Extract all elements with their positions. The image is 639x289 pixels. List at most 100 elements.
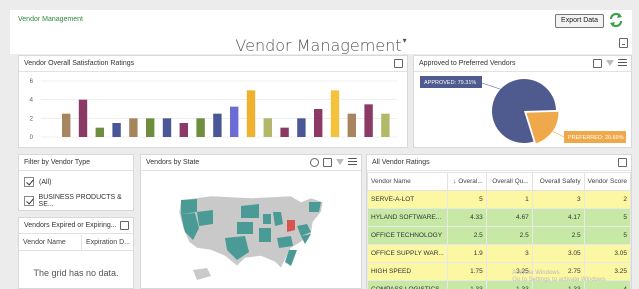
cell-score[interactable]: 2	[583, 190, 632, 209]
column-divider	[81, 235, 82, 251]
approved-panel-header: Approved to Preferred Vendors	[414, 56, 631, 72]
app-title[interactable]: Vendor Management	[18, 16, 83, 23]
bar[interactable]	[347, 113, 356, 137]
title-filter-icon[interactable]: ▾	[403, 36, 407, 45]
menu-icon[interactable]	[348, 158, 357, 167]
pie-label: APPROVED: 79.31%	[424, 80, 476, 86]
vendors-by-state-panel: Vendors by State	[140, 154, 362, 289]
export-icon[interactable]	[618, 158, 627, 167]
cell-safety[interactable]: 3.05	[531, 244, 585, 263]
cell-safety[interactable]: 2.5	[531, 226, 585, 245]
column-header-vendor-name[interactable]: Vendor Name	[23, 239, 66, 246]
zoom-icon[interactable]	[310, 158, 319, 167]
bar[interactable]	[78, 99, 88, 137]
cell-safety[interactable]: 3	[531, 190, 585, 209]
bar[interactable]	[62, 113, 71, 137]
bar[interactable]	[280, 127, 289, 137]
export-icon[interactable]	[394, 59, 403, 68]
export-icon[interactable]	[593, 59, 602, 68]
cell-name[interactable]: COMPASS LOGISTICS	[367, 280, 448, 289]
y-tick-label: 6	[30, 79, 34, 85]
column-header-vendor-name[interactable]: Vendor Name	[367, 172, 448, 191]
dashboard-export-icon[interactable]	[619, 38, 628, 48]
export-icon[interactable]	[120, 221, 129, 230]
filter-option-business-products[interactable]: BUSINESS PRODUCTS & SE...	[24, 194, 133, 208]
us-state-map[interactable]	[141, 172, 361, 288]
bar[interactable]	[263, 118, 272, 137]
cell-name[interactable]: OFFICE TECHNOLOGY	[367, 226, 448, 245]
cell-overall[interactable]: 2.5	[446, 226, 487, 245]
bar[interactable]	[246, 90, 256, 137]
bar[interactable]	[179, 123, 188, 137]
checkbox-checked-icon[interactable]	[24, 177, 34, 187]
empty-grid-message: The grid has no data.	[33, 268, 119, 278]
bar[interactable]	[314, 109, 323, 137]
cell-name[interactable]: HIGH SPEED	[367, 262, 448, 281]
cell-name[interactable]: OFFICE SUPPLY WAR...	[367, 244, 448, 263]
cell-quality[interactable]: 1	[485, 190, 533, 209]
states-panel-header: Vendors by State	[141, 155, 361, 171]
ratings-panel-title: All Vendor Ratings	[372, 159, 430, 166]
bar[interactable]	[146, 118, 155, 137]
cell-name[interactable]: HYLAND SOFTWARE...	[367, 208, 448, 227]
filter-icon[interactable]	[336, 159, 344, 165]
bar[interactable]	[129, 118, 138, 137]
cell-quality[interactable]: 2.5	[485, 226, 533, 245]
bar[interactable]	[330, 90, 340, 137]
column-header-vendor-score[interactable]: Vendor Score	[583, 172, 632, 191]
bar[interactable]	[230, 106, 239, 137]
cell-overall[interactable]: 1.9	[446, 244, 487, 263]
approved-pie-chart[interactable]: APPROVED: 79.31% PREFERRED: 20.69%	[414, 73, 631, 147]
column-header-overall-quality[interactable]: Overall Qu...	[485, 172, 533, 191]
filter-icon[interactable]	[606, 60, 614, 66]
column-header-expiration[interactable]: Expiration D...	[86, 239, 130, 246]
menu-icon[interactable]	[618, 59, 627, 68]
dashboard-title: Vendor Management	[235, 36, 402, 55]
export-data-button[interactable]: Export Data	[555, 14, 604, 28]
top-bar: Vendor Management Export Data	[10, 10, 632, 36]
approved-panel-title: Approved to Preferred Vendors	[419, 60, 516, 67]
bar[interactable]	[213, 113, 222, 137]
cell-quality[interactable]: 3	[485, 244, 533, 263]
bar[interactable]	[297, 118, 306, 137]
cell-score[interactable]: 5	[583, 226, 632, 245]
satisfaction-bar-chart[interactable]: 6 4 2 0	[19, 73, 407, 147]
cell-overall[interactable]: 1.75	[446, 262, 487, 281]
bar[interactable]	[196, 118, 205, 137]
satisfaction-panel: Vendor Overall Satisfaction Ratings 6 4 2 0	[18, 55, 408, 148]
watermark-line: Activate Windows	[512, 270, 560, 276]
expired-vendors-panel: Vendors Expired or Expiring... Vendor Na…	[18, 217, 134, 289]
cell-score[interactable]: 3.05	[583, 244, 632, 263]
table-row[interactable]: OFFICE SUPPLY WAR... 1.9 3 3.05 3.05	[367, 244, 632, 263]
all-vendor-ratings-panel: All Vendor Ratings Vendor Name ↓ Overal.…	[366, 154, 632, 289]
export-icon[interactable]	[323, 158, 332, 167]
bar[interactable]	[162, 118, 172, 137]
cell-overall[interactable]: 1.33	[446, 280, 487, 289]
cell-safety[interactable]: 4.17	[531, 208, 585, 227]
column-header-overall-safety[interactable]: Overall Safety	[531, 172, 585, 191]
column-header-overall[interactable]: ↓ Overal...	[446, 172, 487, 191]
y-tick-label: 4	[30, 98, 34, 104]
table-row[interactable]: OFFICE TECHNOLOGY 2.5 2.5 2.5 5	[367, 226, 632, 245]
cell-quality[interactable]: 4.67	[485, 208, 533, 227]
checkbox-checked-icon[interactable]	[24, 196, 34, 206]
refresh-icon[interactable]	[608, 12, 624, 28]
watermark-line: Go to Settings to activate Windows.	[512, 277, 607, 283]
bar[interactable]	[364, 104, 373, 137]
satisfaction-panel-header: Vendor Overall Satisfaction Ratings	[19, 56, 407, 72]
bar[interactable]	[112, 123, 121, 137]
table-row[interactable]: SERVE-A-LOT 5 1 3 2	[367, 190, 632, 209]
states-panel-title: Vendors by State	[146, 159, 200, 166]
cell-name[interactable]: SERVE-A-LOT	[367, 190, 448, 209]
bar[interactable]	[95, 127, 104, 137]
table-row[interactable]: HYLAND SOFTWARE... 4.33 4.67 4.17 5	[367, 208, 632, 227]
cell-score[interactable]: 5	[583, 208, 632, 227]
bar[interactable]	[381, 113, 390, 137]
satisfaction-panel-title: Vendor Overall Satisfaction Ratings	[24, 60, 135, 67]
filter-panel-title: Filter by Vendor Type	[24, 159, 91, 166]
ratings-panel-header: All Vendor Ratings	[367, 155, 631, 171]
cell-overall[interactable]: 5	[446, 190, 487, 209]
approved-panel: Approved to Preferred Vendors APPROVED: …	[413, 55, 632, 148]
filter-option-all[interactable]: (All)	[24, 175, 51, 189]
cell-overall[interactable]: 4.33	[446, 208, 487, 227]
